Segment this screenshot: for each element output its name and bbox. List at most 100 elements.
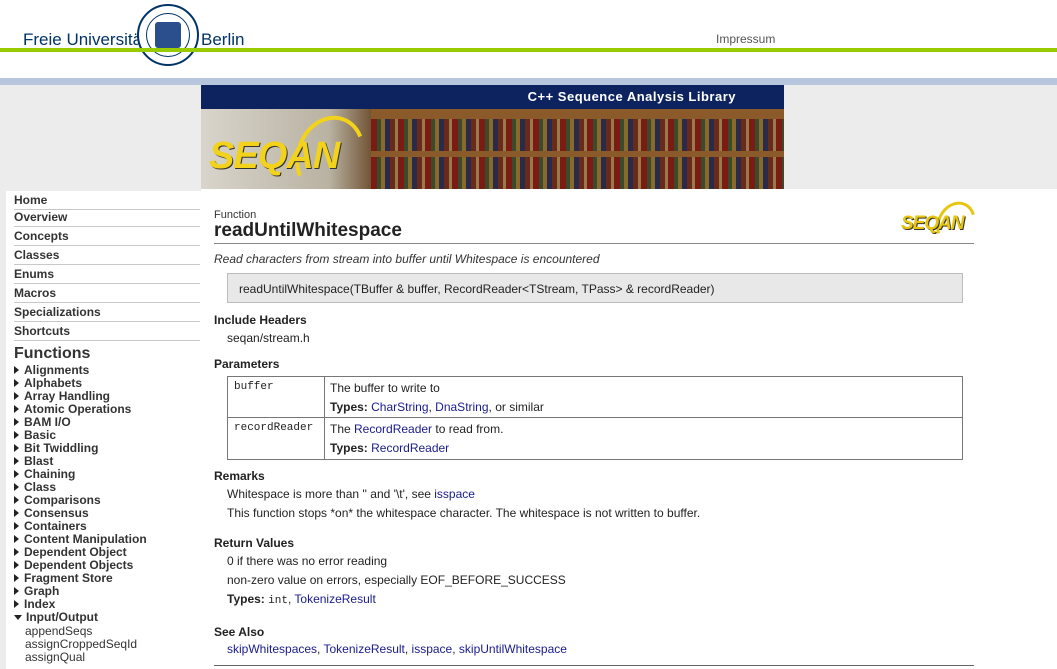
- expand-triangle-icon[interactable]: [14, 470, 19, 478]
- group-label: Array Handling: [24, 389, 111, 403]
- sidebar-item-overview[interactable]: Overview: [14, 208, 200, 227]
- sidebar-item-macros[interactable]: Macros: [14, 284, 200, 303]
- isspace-link[interactable]: isspace: [434, 487, 475, 501]
- see-also-link-skipuntilwhitespace[interactable]: skipUntilWhitespace: [459, 642, 567, 656]
- remark-text-part: Whitespace is more than '' and '\t', see: [227, 487, 435, 501]
- banner-title-bar: C++ Sequence Analysis Library: [201, 85, 784, 109]
- shelf-board: [371, 151, 784, 157]
- expand-triangle-icon[interactable]: [14, 535, 19, 543]
- expand-triangle-icon[interactable]: [14, 561, 19, 569]
- sidebar-item-classes[interactable]: Classes: [14, 246, 200, 265]
- expand-triangle-icon[interactable]: [14, 522, 19, 530]
- see-also-links: skipWhitespaces, TokenizeResult, isspace…: [227, 642, 567, 656]
- group-label: Index: [24, 597, 56, 611]
- nav-label: Concepts: [14, 229, 69, 243]
- title-divider: [214, 243, 974, 244]
- group-label: Atomic Operations: [24, 402, 132, 416]
- expand-triangle-icon[interactable]: [14, 600, 19, 608]
- function-signature: readUntilWhitespace(TBuffer & buffer, Re…: [239, 282, 715, 296]
- collapse-triangle-icon[interactable]: [14, 615, 22, 620]
- nav-label: Home: [14, 193, 48, 207]
- seal-emblem: [155, 22, 181, 48]
- type-link-recordreader[interactable]: RecordReader: [371, 441, 449, 455]
- university-name-right[interactable]: Berlin: [201, 30, 244, 50]
- group-label: Input/Output: [26, 610, 98, 624]
- type-link-dnastring[interactable]: DnaString: [435, 400, 488, 414]
- nav-label: Macros: [14, 286, 57, 300]
- bookshelf-image: [371, 109, 784, 189]
- header-accent-line: [0, 48, 1057, 52]
- recordreader-link[interactable]: RecordReader: [354, 422, 432, 436]
- desc-text: The: [330, 422, 355, 436]
- sidebar-link-assignqual[interactable]: assignQual: [25, 651, 85, 664]
- impressum-link[interactable]: Impressum: [716, 32, 775, 46]
- types-label: Types:: [330, 400, 368, 414]
- include-headers-heading: Include Headers: [214, 313, 307, 327]
- seqan-logo[interactable]: SEQAN: [209, 135, 340, 178]
- param-types: Types: CharString, DnaString, or similar: [330, 400, 544, 414]
- type-link-charstring[interactable]: CharString: [371, 400, 428, 414]
- seqan-banner: C++ Sequence Analysis Library SEQAN: [201, 85, 784, 189]
- expand-triangle-icon[interactable]: [14, 457, 19, 465]
- remark-text: This function stops *on* the whitespace …: [227, 506, 701, 520]
- group-label: Dependent Object: [24, 545, 127, 559]
- expand-triangle-icon[interactable]: [14, 431, 19, 439]
- expand-triangle-icon[interactable]: [14, 418, 19, 426]
- group-label: Chaining: [24, 467, 76, 481]
- param-types: Types: RecordReader: [330, 441, 449, 455]
- param-description: The RecordReader to read from.: [330, 422, 503, 436]
- group-label: Content Manipulation: [24, 532, 147, 546]
- expand-triangle-icon[interactable]: [14, 405, 19, 413]
- header-separator-band: [0, 78, 1057, 85]
- see-also-link-tokenizeresult[interactable]: TokenizeResult: [324, 642, 405, 656]
- footer-divider: [214, 665, 974, 666]
- expand-triangle-icon[interactable]: [14, 574, 19, 582]
- sidebar-item-specializations[interactable]: Specializations: [14, 303, 200, 322]
- expand-triangle-icon[interactable]: [14, 444, 19, 452]
- see-also-link-skipwhitespaces[interactable]: skipWhitespaces: [227, 642, 317, 656]
- nav-label: Enums: [14, 267, 55, 281]
- sidebar-nav: Home Overview Concepts Classes Enums Mac…: [6, 191, 201, 669]
- expand-triangle-icon[interactable]: [14, 548, 19, 556]
- group-label: Basic: [24, 428, 57, 442]
- param-description: The buffer to write to: [330, 381, 440, 395]
- types-suffix: , or similar: [488, 400, 544, 414]
- group-label: Fragment Store: [24, 571, 113, 585]
- sidebar-item-enums[interactable]: Enums: [14, 265, 200, 284]
- university-name-left[interactable]: Freie Universität: [23, 30, 147, 50]
- return-value-text: non-zero value on errors, especially EOF…: [227, 573, 566, 587]
- library-banner-image: SEQAN: [201, 105, 784, 189]
- expand-triangle-icon[interactable]: [14, 366, 19, 374]
- banner-title: C++ Sequence Analysis Library: [527, 89, 736, 104]
- expand-triangle-icon[interactable]: [14, 587, 19, 595]
- expand-triangle-icon[interactable]: [14, 509, 19, 517]
- signature-box: readUntilWhitespace(TBuffer & buffer, Re…: [227, 273, 963, 303]
- expand-triangle-icon[interactable]: [14, 379, 19, 387]
- return-types: Types: int, TokenizeResult: [227, 592, 376, 607]
- group-label: Dependent Objects: [24, 558, 134, 572]
- types-label: Types:: [330, 441, 368, 455]
- expand-triangle-icon[interactable]: [14, 496, 19, 504]
- expand-triangle-icon[interactable]: [14, 483, 19, 491]
- university-seal-logo[interactable]: [137, 4, 199, 66]
- link-separator: ,: [452, 642, 459, 656]
- param-name: buffer: [234, 381, 274, 393]
- sidebar-item-shortcuts[interactable]: Shortcuts: [14, 322, 200, 341]
- nav-label: Specializations: [14, 305, 101, 319]
- group-label: Bit Twiddling: [24, 441, 99, 455]
- link-separator: ,: [404, 642, 412, 656]
- table-row: buffer The buffer to write to Types: Cha…: [228, 377, 962, 418]
- expand-triangle-icon[interactable]: [14, 392, 19, 400]
- parameters-heading: Parameters: [214, 357, 280, 371]
- desc-text: to read from.: [432, 422, 504, 436]
- seqan-small-logo: SEQAN: [901, 195, 983, 253]
- function-summary: Read characters from stream into buffer …: [214, 252, 600, 266]
- type-link-tokenizeresult[interactable]: TokenizeResult: [294, 592, 375, 606]
- functions-heading[interactable]: Functions: [14, 345, 90, 363]
- sidebar-item-concepts[interactable]: Concepts: [14, 227, 200, 246]
- return-values-heading: Return Values: [214, 536, 295, 550]
- see-also-link-isspace[interactable]: isspace: [412, 642, 453, 656]
- sidebar-group-input-output[interactable]: Input/Output: [14, 611, 98, 624]
- type-int: int: [268, 595, 288, 607]
- return-value-text: 0 if there was no error reading: [227, 554, 388, 568]
